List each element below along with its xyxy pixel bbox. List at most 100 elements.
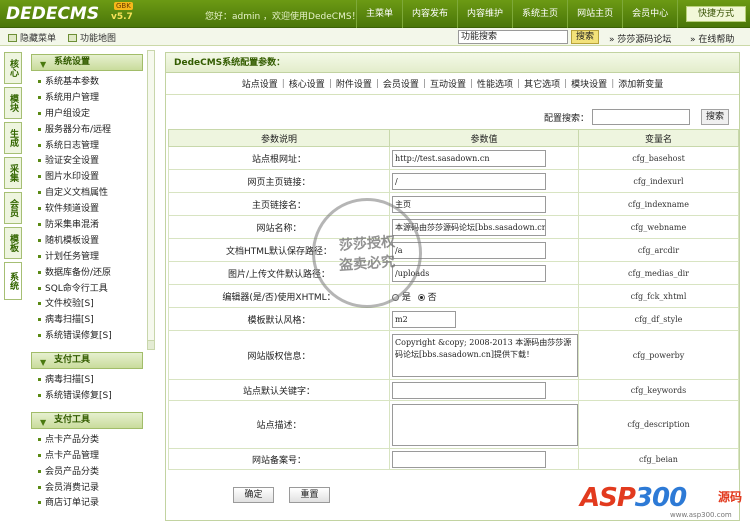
menu-item[interactable]: 计划任务管理 <box>28 249 146 265</box>
table-row: 编辑器(是/否)使用XHTML： 是 否 cfg_fck_xhtml <box>168 284 739 308</box>
hide-menu-link[interactable]: 隐藏菜单 <box>8 31 56 44</box>
tab-core-settings[interactable]: 核心设置 <box>285 77 329 90</box>
menu-item[interactable]: 系统日志管理 <box>28 138 146 154</box>
menu-item[interactable]: 系统错误修复[S] <box>28 388 146 404</box>
function-map-link[interactable]: 功能地图 <box>68 31 116 44</box>
indexname-input[interactable]: 主页 <box>392 195 546 213</box>
keywords-input[interactable] <box>392 381 546 399</box>
xhtml-radio-group: 是 否 <box>389 284 579 308</box>
tab-add-variable[interactable]: 添加新变量 <box>614 77 667 90</box>
menu-item[interactable]: 服务器分布/远程 <box>28 122 146 138</box>
top-header: DEDECMS GBK v5.7 您好：admin ，欢迎使用DedeCMS！ … <box>0 0 750 28</box>
tab-template[interactable]: 模板 <box>4 227 22 259</box>
row-label: 文档HTML默认保存路径： <box>168 238 390 262</box>
welcome-text: 您好：admin ，欢迎使用DedeCMS！ <box>205 12 361 22</box>
config-panel: DedeCMS系统配置参数： 站点设置 | 核心设置 | 附件设置 | 会员设置 | 互… <box>165 52 740 521</box>
nav-system-home[interactable]: 系统主页 <box>512 0 567 28</box>
row-variable: cfg_df_style <box>578 307 739 331</box>
table-row: 站点默认关键字： cfg_keywords <box>168 379 739 401</box>
df-style-input[interactable]: m2 <box>392 310 456 328</box>
menu-item[interactable]: SQL命令行工具 <box>28 281 146 297</box>
beian-input[interactable] <box>392 450 546 468</box>
webname-input[interactable]: 本源码由莎莎源码论坛[bbs.sasadown.cn] <box>392 218 546 236</box>
menu-item[interactable]: 随机模板设置 <box>28 233 146 249</box>
medias-dir-input[interactable]: /uploads <box>392 264 546 282</box>
function-search-input[interactable]: 功能搜索 <box>458 30 568 44</box>
forum-link[interactable]: » 莎莎源码论坛 <box>609 32 671 45</box>
menu-item[interactable]: 软件频道设置 <box>28 201 146 217</box>
nav-site-home[interactable]: 网站主页 <box>567 0 622 28</box>
dedecms-logo: DEDECMS <box>6 4 100 24</box>
radio-no[interactable] <box>417 293 425 301</box>
powerby-textarea[interactable]: Copyright &copy; 2008-2013 本源码由莎莎源码论坛[bb… <box>392 333 578 377</box>
arcdir-input[interactable]: /a <box>392 241 546 259</box>
help-link[interactable]: » 在线帮助 <box>690 32 734 45</box>
menu-item[interactable]: 图片水印设置 <box>28 169 146 185</box>
menu-item[interactable]: 会员产品分类 <box>28 464 146 480</box>
section-pay-tools-2[interactable]: ▼ 支付工具 <box>31 411 143 429</box>
tab-other[interactable]: 其它选项 <box>520 77 564 90</box>
tab-performance[interactable]: 性能选项 <box>473 77 517 90</box>
menu-item[interactable]: 验证安全设置 <box>28 153 146 169</box>
menu-item[interactable]: 自定义文档属性 <box>28 185 146 201</box>
menu-item[interactable]: 系统基本参数 <box>28 74 146 90</box>
description-textarea[interactable] <box>392 403 578 446</box>
scrollbar-thumb[interactable] <box>148 51 154 341</box>
tab-member[interactable]: 会员 <box>4 192 22 224</box>
table-row: 站点根网址： http://test.sasadown.cn cfg_baseh… <box>168 146 739 170</box>
nav-content-maintain[interactable]: 内容维护 <box>457 0 512 28</box>
top-nav: 主菜单 内容发布 内容维护 系统主页 网站主页 会员中心 注销 <box>356 0 714 28</box>
row-variable: cfg_basehost <box>578 146 739 170</box>
function-search-button[interactable]: 搜索 <box>571 30 599 44</box>
menu-item[interactable]: 病毒扫描[S] <box>28 372 146 388</box>
row-label: 模板默认风格： <box>168 307 390 331</box>
row-label: 图片/上传文件默认路径： <box>168 261 390 285</box>
tab-modules[interactable]: 模块设置 <box>567 77 611 90</box>
menu-item[interactable]: 防采集串混淆 <box>28 217 146 233</box>
tab-generate[interactable]: 生成 <box>4 122 22 154</box>
forum-label: 莎莎源码论坛 <box>617 35 672 45</box>
tab-member-settings[interactable]: 会员设置 <box>379 77 423 90</box>
nav-member-center[interactable]: 会员中心 <box>622 0 677 28</box>
sidebar-scrollbar[interactable] <box>147 50 155 350</box>
left-menu: ▼ 系统设置 系统基本参数 系统用户管理 用户组设定 服务器分布/远程 系统日志管… <box>28 50 146 521</box>
reset-button[interactable]: 重置 <box>289 487 330 503</box>
section-title: 支付工具 <box>54 414 91 425</box>
menu-item[interactable]: 点卡产品分类 <box>28 432 146 448</box>
tab-module[interactable]: 模块 <box>4 87 22 119</box>
basehost-input[interactable]: http://test.sasadown.cn <box>392 149 546 167</box>
section-title: 支付工具 <box>54 355 91 366</box>
config-search-input[interactable] <box>592 109 691 125</box>
confirm-button[interactable]: 确定 <box>233 487 274 503</box>
tab-interaction[interactable]: 互动设置 <box>426 77 470 90</box>
radio-no-label: 否 <box>427 292 437 303</box>
menu-item[interactable]: 系统错误修复[S] <box>28 328 146 344</box>
radio-yes[interactable] <box>392 293 399 301</box>
menu-item[interactable]: 商店订单记录 <box>28 495 146 511</box>
menu-item[interactable]: 会员消费记录 <box>28 480 146 496</box>
section-system-settings[interactable]: ▼ 系统设置 <box>31 54 143 71</box>
menu-item[interactable]: 用户组设定 <box>28 106 146 122</box>
row-variable: cfg_indexname <box>578 192 739 216</box>
menu-item[interactable]: 系统用户管理 <box>28 90 146 106</box>
nav-content-publish[interactable]: 内容发布 <box>402 0 457 28</box>
tab-system[interactable]: 系统 <box>4 262 22 300</box>
table-row: 站点描述： cfg_description <box>168 400 739 449</box>
menu-item[interactable]: 数据库备份/还原 <box>28 265 146 281</box>
menu-item[interactable]: 文件校验[S] <box>28 296 146 312</box>
tab-core[interactable]: 核心 <box>4 52 22 84</box>
config-search-button[interactable]: 搜索 <box>701 109 730 125</box>
row-variable: cfg_webname <box>578 215 739 239</box>
form-actions: 确定 重置 <box>233 487 330 503</box>
tab-site[interactable]: 站点设置 <box>238 77 282 90</box>
indexurl-input[interactable]: / <box>392 172 546 190</box>
row-variable: cfg_arcdir <box>578 238 739 262</box>
tab-collect[interactable]: 采集 <box>4 157 22 189</box>
section-pay-tools[interactable]: ▼ 支付工具 <box>31 352 143 370</box>
quick-access-button[interactable]: 快捷方式 <box>686 6 746 22</box>
tab-attachment[interactable]: 附件设置 <box>332 77 376 90</box>
nav-main-menu[interactable]: 主菜单 <box>356 0 402 28</box>
menu-item[interactable]: 病毒扫描[S] <box>28 312 146 328</box>
menu-item[interactable]: 点卡产品管理 <box>28 448 146 464</box>
row-label: 编辑器(是/否)使用XHTML： <box>168 284 390 308</box>
